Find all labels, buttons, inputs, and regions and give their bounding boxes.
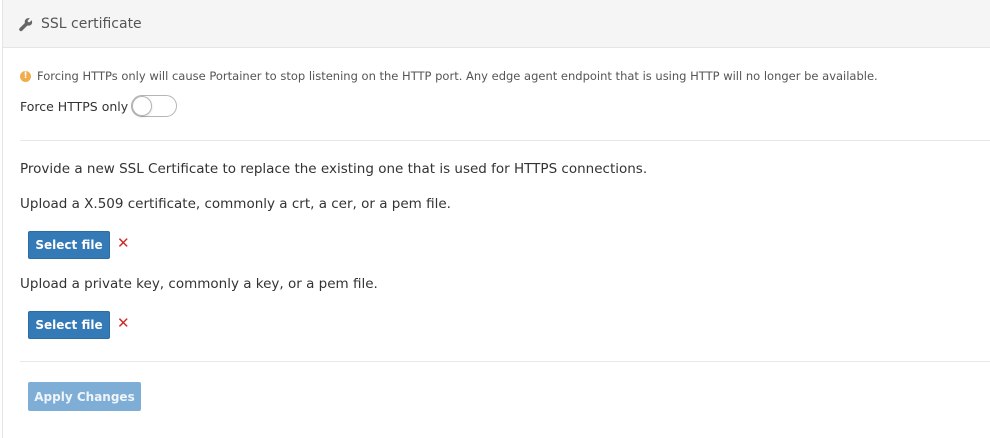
remove-certificate-icon[interactable]: ✕ <box>117 236 130 251</box>
wrench-icon <box>19 17 33 31</box>
private-key-upload-label: Upload a private key, commonly a key, or… <box>20 276 378 292</box>
force-https-row: Force HTTPS only <box>20 95 178 117</box>
panel-title: SSL certificate <box>41 15 142 32</box>
warning-text: Forcing HTTPs only will cause Portainer … <box>37 69 878 83</box>
https-warning: ! Forcing HTTPs only will cause Portaine… <box>20 69 878 83</box>
divider <box>20 361 990 362</box>
select-certificate-button[interactable]: Select file <box>28 231 110 259</box>
remove-private-key-icon[interactable]: ✕ <box>117 316 130 331</box>
toggle-knob <box>132 96 153 116</box>
force-https-toggle[interactable] <box>131 95 178 117</box>
apply-changes-button[interactable]: Apply Changes <box>28 382 141 411</box>
certificate-upload-label: Upload a X.509 certificate, commonly a c… <box>20 196 451 212</box>
force-https-label: Force HTTPS only <box>20 98 129 114</box>
exclamation-circle-icon: ! <box>20 70 31 82</box>
panel-header: SSL certificate <box>3 0 990 48</box>
ssl-certificate-panel: SSL certificate <box>2 0 990 438</box>
select-private-key-button[interactable]: Select file <box>28 311 110 339</box>
divider <box>20 140 990 141</box>
ssl-description: Provide a new SSL Certificate to replace… <box>20 161 648 177</box>
